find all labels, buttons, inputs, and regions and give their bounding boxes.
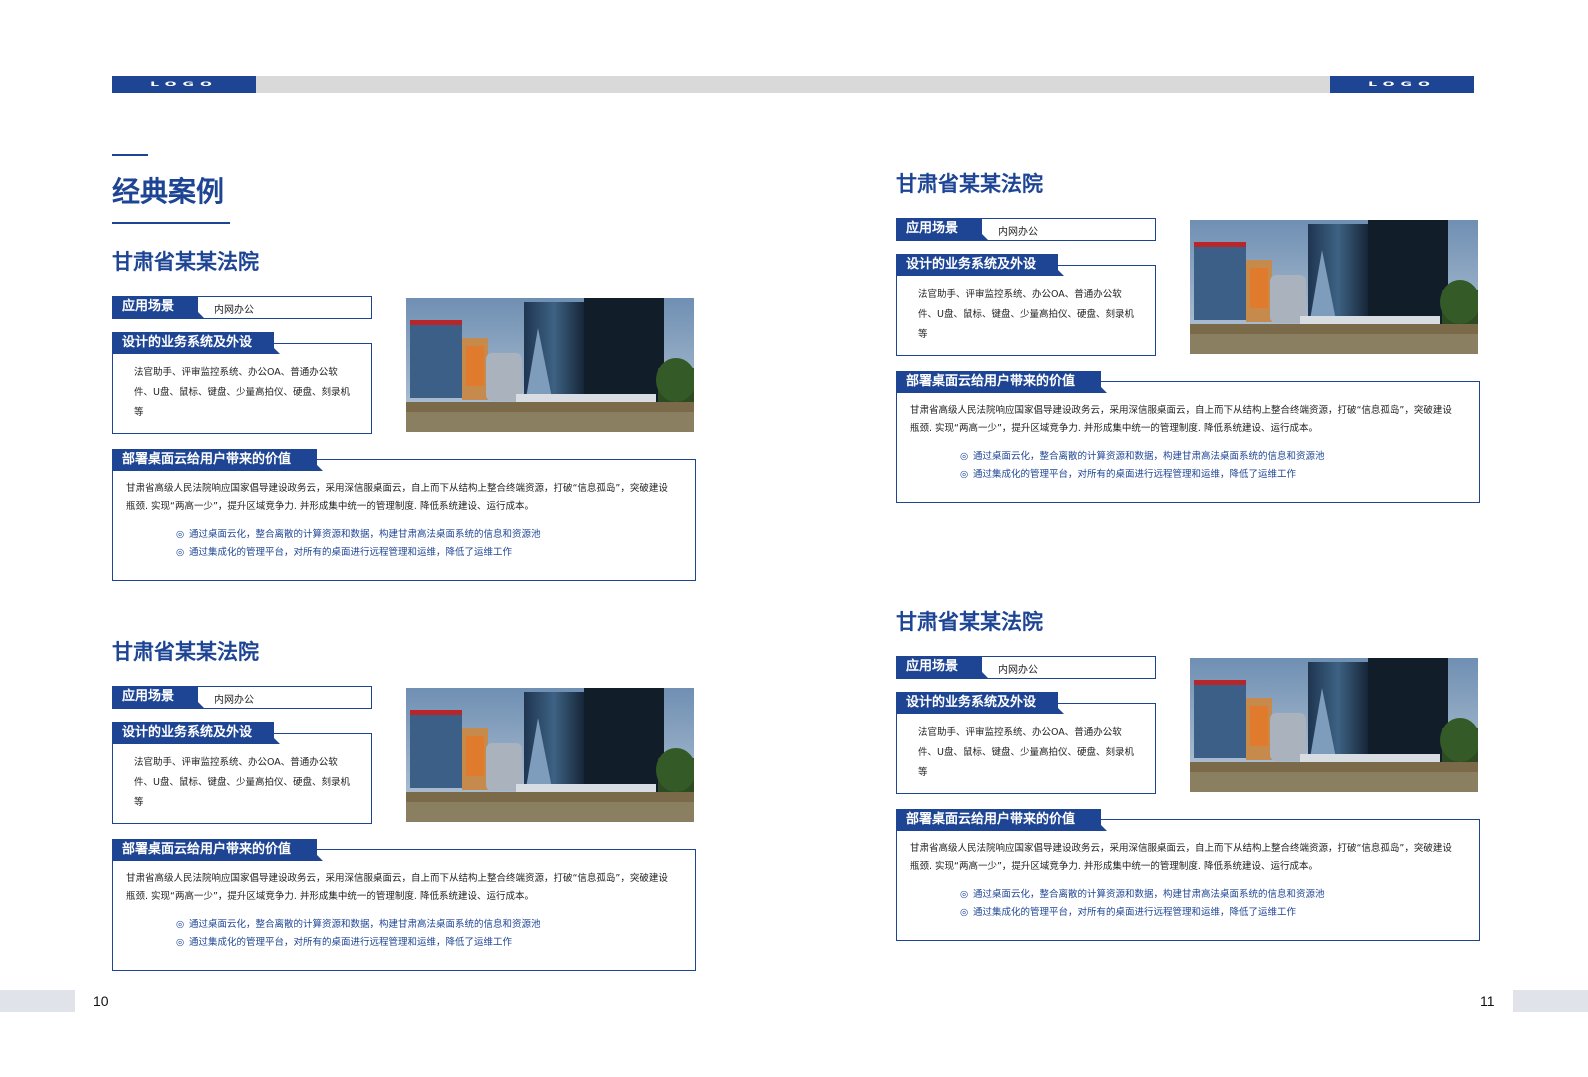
case-card: 甘肃省某某法院 应用场景 内网办公 设计的业务系统及外设 法官助手、评审监控系统… (112, 246, 712, 581)
scene-value: 内网办公 (214, 695, 254, 706)
case-title: 甘肃省某某法院 (896, 610, 1043, 634)
value-label: 部署桌面云给用户带来的价值 (112, 839, 323, 861)
scene-label: 应用场景 (112, 686, 204, 708)
circle-bullet-icon: ◎ (176, 529, 185, 540)
value-box (896, 819, 1480, 941)
list-item: ◎ 通过集成化的管理平台，对所有的桌面进行远程管理和运维，降低了运维工作 (176, 544, 541, 562)
title-underline (112, 222, 230, 224)
system-text: 法官助手、评审监控系统、办公OA、普通办公软件、U盘、鼠标、键盘、少量高拍仪、硬… (918, 289, 1134, 340)
circle-bullet-icon: ◎ (176, 547, 185, 558)
circle-bullet-icon: ◎ (960, 451, 969, 462)
building-photo (406, 298, 694, 432)
value-box (112, 459, 696, 581)
list-item: ◎ 通过集成化的管理平台，对所有的桌面进行远程管理和运维，降低了运维工作 (960, 904, 1325, 922)
list-item: ◎ 通过桌面云化，整合离散的计算资源和数据，构建甘肃高法桌面系统的信息和资源池 (176, 916, 541, 934)
value-label: 部署桌面云给用户带来的价值 (112, 449, 323, 471)
page-number-left: 10 (93, 993, 109, 1009)
system-label: 设计的业务系统及外设 (112, 722, 280, 744)
logo-left: LOGO (112, 76, 256, 93)
circle-bullet-icon: ◎ (960, 469, 969, 480)
page-title: 经典案例 (112, 175, 225, 208)
title-accent-line (112, 154, 148, 156)
value-box (896, 381, 1480, 503)
scene-value: 内网办公 (998, 227, 1038, 238)
case-photo (406, 298, 694, 432)
case-card: 甘肃省某某法院 应用场景 内网办公 设计的业务系统及外设 法官助手、评审监控系统… (896, 168, 1496, 503)
case-card: 甘肃省某某法院 应用场景 内网办公 设计的业务系统及外设 法官助手、评审监控系统… (896, 606, 1496, 941)
scene-value: 内网办公 (214, 305, 254, 316)
value-bullets: ◎ 通过桌面云化，整合离散的计算资源和数据，构建甘肃高法桌面系统的信息和资源池 … (960, 448, 1325, 484)
value-label: 部署桌面云给用户带来的价值 (896, 809, 1107, 831)
logo-right: LOGO (1330, 76, 1474, 93)
value-bullets: ◎ 通过桌面云化，整合离散的计算资源和数据，构建甘肃高法桌面系统的信息和资源池 … (176, 526, 541, 562)
system-label: 设计的业务系统及外设 (896, 254, 1064, 276)
scene-label: 应用场景 (112, 296, 204, 318)
value-text: 甘肃省高级人民法院响应国家倡导建设政务云，采用深信服桌面云，自上而下从结构上整合… (126, 483, 668, 512)
list-item: ◎ 通过集成化的管理平台，对所有的桌面进行远程管理和运维，降低了运维工作 (176, 934, 541, 952)
value-text: 甘肃省高级人民法院响应国家倡导建设政务云，采用深信服桌面云，自上而下从结构上整合… (126, 873, 668, 902)
case-photo (406, 688, 694, 822)
value-text: 甘肃省高级人民法院响应国家倡导建设政务云，采用深信服桌面云，自上而下从结构上整合… (910, 843, 1452, 872)
scene-value: 内网办公 (998, 665, 1038, 676)
case-photo (1190, 220, 1478, 354)
value-box (112, 849, 696, 971)
system-text: 法官助手、评审监控系统、办公OA、普通办公软件、U盘、鼠标、键盘、少量高拍仪、硬… (134, 367, 350, 418)
building-photo (406, 688, 694, 822)
value-bullets: ◎ 通过桌面云化，整合离散的计算资源和数据，构建甘肃高法桌面系统的信息和资源池 … (960, 886, 1325, 922)
value-bullets: ◎ 通过桌面云化，整合离散的计算资源和数据，构建甘肃高法桌面系统的信息和资源池 … (176, 916, 541, 952)
case-title: 甘肃省某某法院 (896, 172, 1043, 196)
system-text: 法官助手、评审监控系统、办公OA、普通办公软件、U盘、鼠标、键盘、少量高拍仪、硬… (134, 757, 350, 808)
list-item: ◎ 通过桌面云化，整合离散的计算资源和数据，构建甘肃高法桌面系统的信息和资源池 (176, 526, 541, 544)
value-text: 甘肃省高级人民法院响应国家倡导建设政务云，采用深信服桌面云，自上而下从结构上整合… (910, 405, 1452, 434)
case-card: 甘肃省某某法院 应用场景 内网办公 设计的业务系统及外设 法官助手、评审监控系统… (112, 636, 712, 971)
list-item: ◎ 通过桌面云化，整合离散的计算资源和数据，构建甘肃高法桌面系统的信息和资源池 (960, 886, 1325, 904)
circle-bullet-icon: ◎ (176, 937, 185, 948)
building-photo (1190, 658, 1478, 792)
case-title: 甘肃省某某法院 (112, 250, 259, 274)
value-label: 部署桌面云给用户带来的价值 (896, 371, 1107, 393)
list-item: ◎ 通过集成化的管理平台，对所有的桌面进行远程管理和运维，降低了运维工作 (960, 466, 1325, 484)
list-item: ◎ 通过桌面云化，整合离散的计算资源和数据，构建甘肃高法桌面系统的信息和资源池 (960, 448, 1325, 466)
footer-bar-right (1513, 990, 1588, 1012)
system-text: 法官助手、评审监控系统、办公OA、普通办公软件、U盘、鼠标、键盘、少量高拍仪、硬… (918, 727, 1134, 778)
page-number-right: 11 (1480, 993, 1495, 1009)
system-label: 设计的业务系统及外设 (896, 692, 1064, 714)
system-label: 设计的业务系统及外设 (112, 332, 280, 354)
header-bar (112, 76, 1474, 93)
building-photo (1190, 220, 1478, 354)
case-photo (1190, 658, 1478, 792)
scene-label: 应用场景 (896, 656, 988, 678)
case-title: 甘肃省某某法院 (112, 640, 259, 664)
circle-bullet-icon: ◎ (960, 907, 969, 918)
circle-bullet-icon: ◎ (960, 889, 969, 900)
footer-bar-left (0, 990, 75, 1012)
circle-bullet-icon: ◎ (176, 919, 185, 930)
scene-label: 应用场景 (896, 218, 988, 240)
